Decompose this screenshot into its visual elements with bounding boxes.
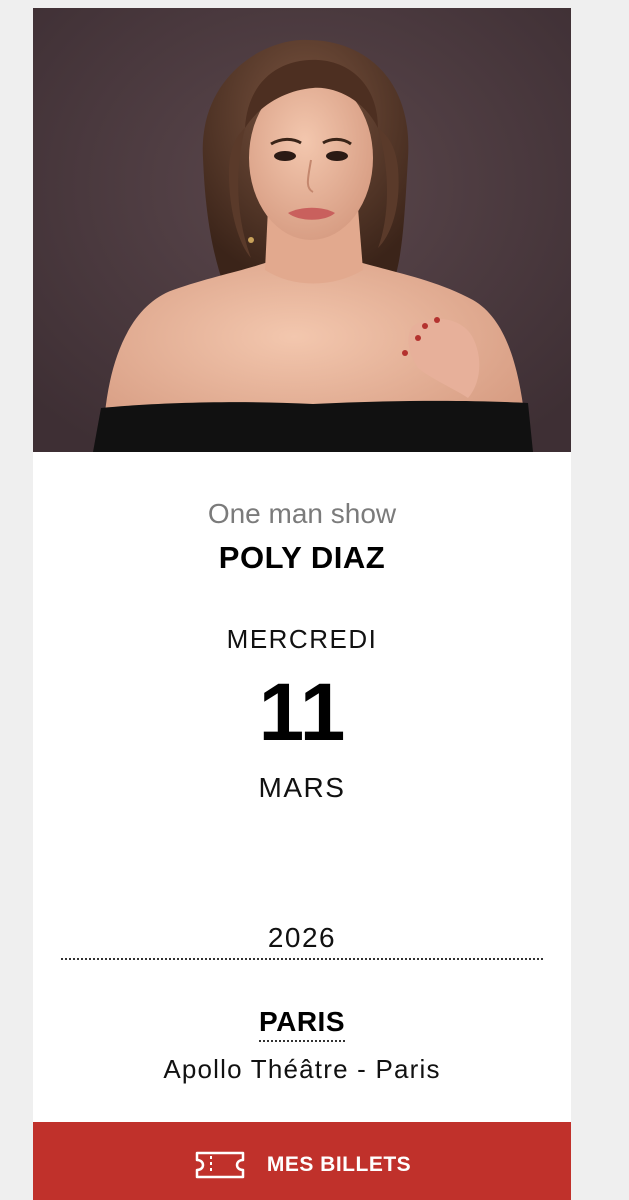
show-category: One man show bbox=[207, 498, 397, 529]
city-container: PARIS bbox=[33, 1006, 571, 1042]
artist-photo bbox=[33, 8, 571, 452]
event-day: 11 bbox=[258, 667, 346, 758]
my-tickets-label: MES BILLETS bbox=[266, 1153, 412, 1176]
event-card: One man show POLY DIAZ MERCREDI 11 MARS … bbox=[33, 8, 571, 1200]
ticket-icon bbox=[193, 1150, 247, 1180]
artist-name: POLY DIAZ bbox=[218, 540, 386, 575]
event-weekday: MERCREDI bbox=[226, 624, 378, 654]
event-month: MARS bbox=[258, 772, 346, 803]
divider bbox=[61, 958, 543, 960]
my-tickets-button[interactable]: MES BILLETS bbox=[33, 1122, 571, 1200]
event-venue: Apollo Théâtre - Paris bbox=[163, 1054, 441, 1084]
page: One man show POLY DIAZ MERCREDI 11 MARS … bbox=[0, 0, 629, 1200]
event-year: 2026 bbox=[267, 922, 337, 953]
event-city-link[interactable]: PARIS bbox=[259, 1006, 345, 1042]
